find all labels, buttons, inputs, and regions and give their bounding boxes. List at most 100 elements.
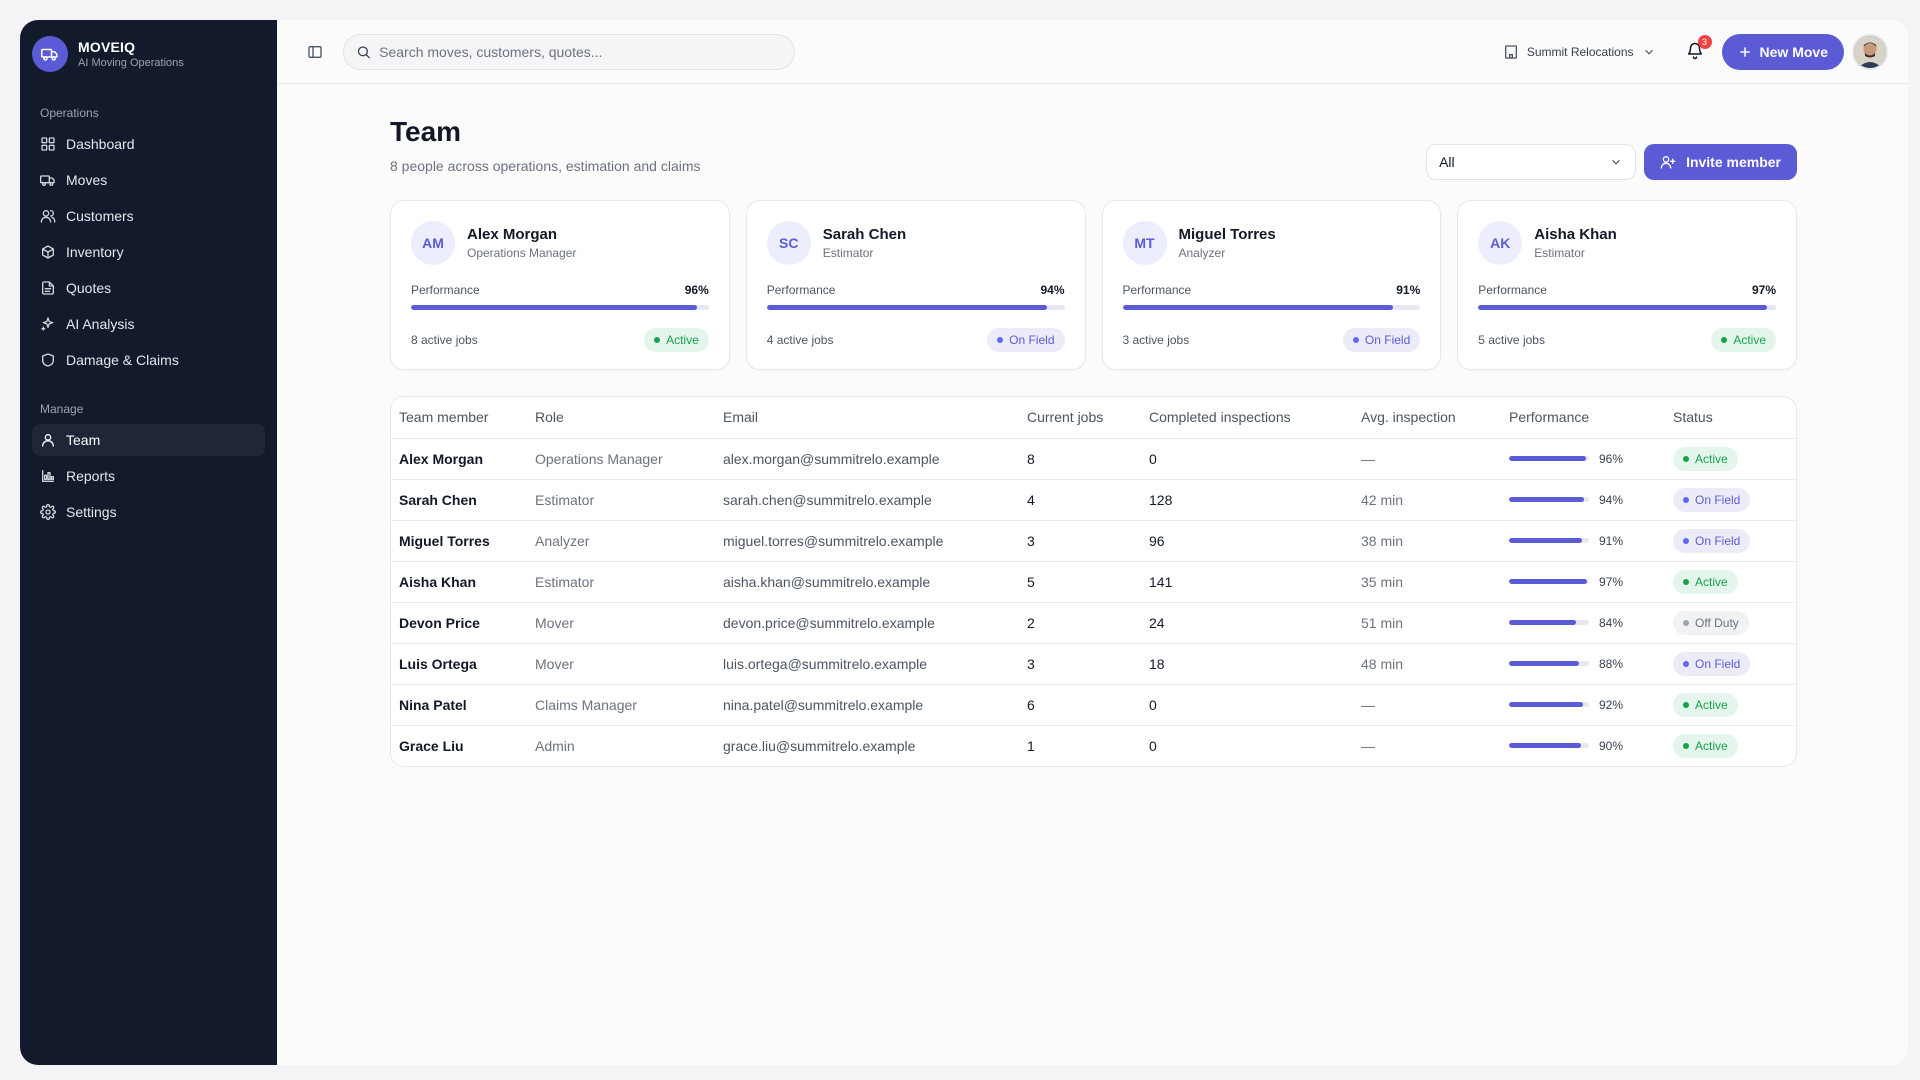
cell-performance: 97% <box>1501 561 1665 603</box>
column-header-performance[interactable]: Performance <box>1501 397 1665 439</box>
performance-value: 94% <box>1040 283 1065 297</box>
team-member-card[interactable]: MT Miguel Torres Analyzer Performance 91% 3 a… <box>1101 200 1442 370</box>
sidebar-item-settings[interactable]: Settings <box>32 496 265 528</box>
column-header-status[interactable]: Status <box>1665 397 1796 439</box>
cell-avg-inspection: 51 min <box>1353 602 1501 644</box>
column-header-email[interactable]: Email <box>715 397 1019 439</box>
cell-current-jobs: 6 <box>1019 684 1141 726</box>
performance-label: Performance <box>411 283 480 297</box>
cell-current-jobs: 3 <box>1019 643 1141 685</box>
status-dot-icon <box>1683 701 1689 708</box>
team-member-card[interactable]: SC Sarah Chen Estimator Performance 94% 4 act… <box>745 200 1086 370</box>
cell-performance: 90% <box>1501 725 1665 766</box>
table-row[interactable]: Alex Morgan Operations Manager alex.morgan… <box>391 438 1796 480</box>
sidebar-item-quotes[interactable]: Quotes <box>32 272 265 304</box>
status-dot-icon <box>1683 742 1689 749</box>
status-dot-icon <box>1683 455 1689 462</box>
sidebar-item-label: Customers <box>66 208 134 224</box>
performance-value: 88% <box>1599 656 1624 671</box>
performance-value: 91% <box>1599 533 1624 548</box>
sidebar-item-label: Settings <box>66 504 117 520</box>
status-badge: Active <box>1711 328 1776 352</box>
cell-email[interactable]: miguel.torres@summitrelo.example <box>715 520 1019 562</box>
new-move-label: New Move <box>1759 43 1828 60</box>
table-row[interactable]: Miguel Torres Analyzer miguel.torres@summi… <box>391 520 1796 562</box>
sidebar-item-reports[interactable]: Reports <box>32 460 265 492</box>
cell-email[interactable]: grace.liu@summitrelo.example <box>715 725 1019 766</box>
notifications-button[interactable]: 3 <box>1686 34 1712 62</box>
sidebar-item-label: AI Analysis <box>66 316 135 332</box>
column-header-completed-inspections[interactable]: Completed inspections <box>1141 397 1353 439</box>
truck-logo-icon <box>32 36 68 72</box>
cell-avg-inspection: 38 min <box>1353 520 1501 562</box>
table-row[interactable]: Luis Ortega Mover luis.ortega@summitrelo.e… <box>391 643 1796 685</box>
column-header-role[interactable]: Role <box>527 397 715 439</box>
status-dot-icon <box>1683 619 1689 626</box>
user-avatar[interactable] <box>1852 33 1888 70</box>
team-page: Team 8 people across operations, estimat… <box>390 84 1797 767</box>
team-member-card[interactable]: AK Aisha Khan Estimator Performance 97% 5 act… <box>1457 200 1797 370</box>
card-header: MT Miguel Torres Analyzer <box>1122 221 1421 265</box>
main-area: Summit Relocations 3 New Move Team 8 peo… <box>277 20 1908 1065</box>
table-row[interactable]: Sarah Chen Estimator sarah.chen@summitrelo… <box>391 479 1796 521</box>
column-header-team-member[interactable]: Team member <box>391 397 527 439</box>
new-move-button[interactable]: New Move <box>1721 33 1844 70</box>
user-plus-icon <box>1660 156 1676 169</box>
table-row[interactable]: Aisha Khan Estimator aisha.khan@summitrelo… <box>391 561 1796 603</box>
cell-email[interactable]: alex.morgan@summitrelo.example <box>715 438 1019 480</box>
status-label: Active <box>1695 451 1728 466</box>
status-label: On Field <box>1009 333 1055 347</box>
table-row[interactable]: Nina Patel Claims Manager nina.patel@summi… <box>391 684 1796 726</box>
sidebar-toggle-button[interactable] <box>305 42 325 62</box>
team-member-card[interactable]: AM Alex Morgan Operations Manager Performan… <box>390 200 730 370</box>
cell-email[interactable]: devon.price@summitrelo.example <box>715 602 1019 644</box>
performance-value: 91% <box>1396 283 1421 297</box>
table-row[interactable]: Devon Price Mover devon.price@summitrelo.e… <box>391 602 1796 644</box>
cell-avg-inspection: 42 min <box>1353 479 1501 521</box>
table-row[interactable]: Grace Liu Admin grace.liu@summitrelo.examp… <box>391 725 1796 766</box>
performance-bar <box>1509 661 1589 666</box>
sidebar-item-dashboard[interactable]: Dashboard <box>32 128 265 160</box>
topbar: Summit Relocations 3 New Move <box>277 20 1908 84</box>
sidebar-item-label: Moves <box>66 172 108 188</box>
sidebar-item-damage-and-claims[interactable]: Damage & Claims <box>32 344 265 376</box>
cell-email[interactable]: luis.ortega@summitrelo.example <box>715 643 1019 685</box>
search-box[interactable] <box>343 33 795 70</box>
status-badge: Off Duty <box>1673 610 1749 635</box>
sidebar-item-inventory[interactable]: Inventory <box>32 236 265 268</box>
sidebar-item-team[interactable]: Team <box>32 424 265 456</box>
invite-member-button[interactable]: Invite member <box>1644 144 1797 180</box>
role-filter-select[interactable]: All <box>1426 144 1637 180</box>
brand[interactable]: MOVEIQ AI Moving Operations <box>32 36 265 72</box>
cell-email[interactable]: aisha.khan@summitrelo.example <box>715 561 1019 603</box>
cell-status: Off Duty <box>1665 602 1796 644</box>
performance-bar <box>1509 538 1589 543</box>
cell-member-name: Luis Ortega <box>391 643 527 685</box>
panel-left-icon <box>308 45 322 58</box>
performance-value: 84% <box>1599 615 1624 630</box>
sidebar-item-moves[interactable]: Moves <box>32 164 265 196</box>
user-avatar-image <box>1854 35 1886 68</box>
status-badge: On Field <box>1673 651 1751 676</box>
manage-nav: Team Reports Settings <box>32 424 265 528</box>
performance-bar-fill <box>411 305 697 310</box>
status-badge: Active <box>1673 569 1738 594</box>
sidebar-item-ai-analysis[interactable]: AI Analysis <box>32 308 265 340</box>
cell-member-name: Miguel Torres <box>391 520 527 562</box>
performance-value: 97% <box>1751 283 1776 297</box>
status-label: On Field <box>1695 656 1741 671</box>
truck-icon <box>40 175 55 186</box>
cell-role: Claims Manager <box>527 684 715 726</box>
search-icon <box>357 45 370 58</box>
performance-bar <box>1509 456 1589 461</box>
cell-email[interactable]: nina.patel@summitrelo.example <box>715 684 1019 726</box>
search-input[interactable] <box>379 43 782 60</box>
org-switcher[interactable]: Summit Relocations <box>1503 44 1656 60</box>
status-dot-icon <box>1683 537 1689 544</box>
column-header-current-jobs[interactable]: Current jobs <box>1019 397 1141 439</box>
brand-tagline: AI Moving Operations <box>78 57 184 69</box>
card-footer: 5 active jobs Active <box>1478 328 1776 352</box>
cell-email[interactable]: sarah.chen@summitrelo.example <box>715 479 1019 521</box>
column-header-avg-inspection[interactable]: Avg. inspection <box>1353 397 1501 439</box>
sidebar-item-customers[interactable]: Customers <box>32 200 265 232</box>
